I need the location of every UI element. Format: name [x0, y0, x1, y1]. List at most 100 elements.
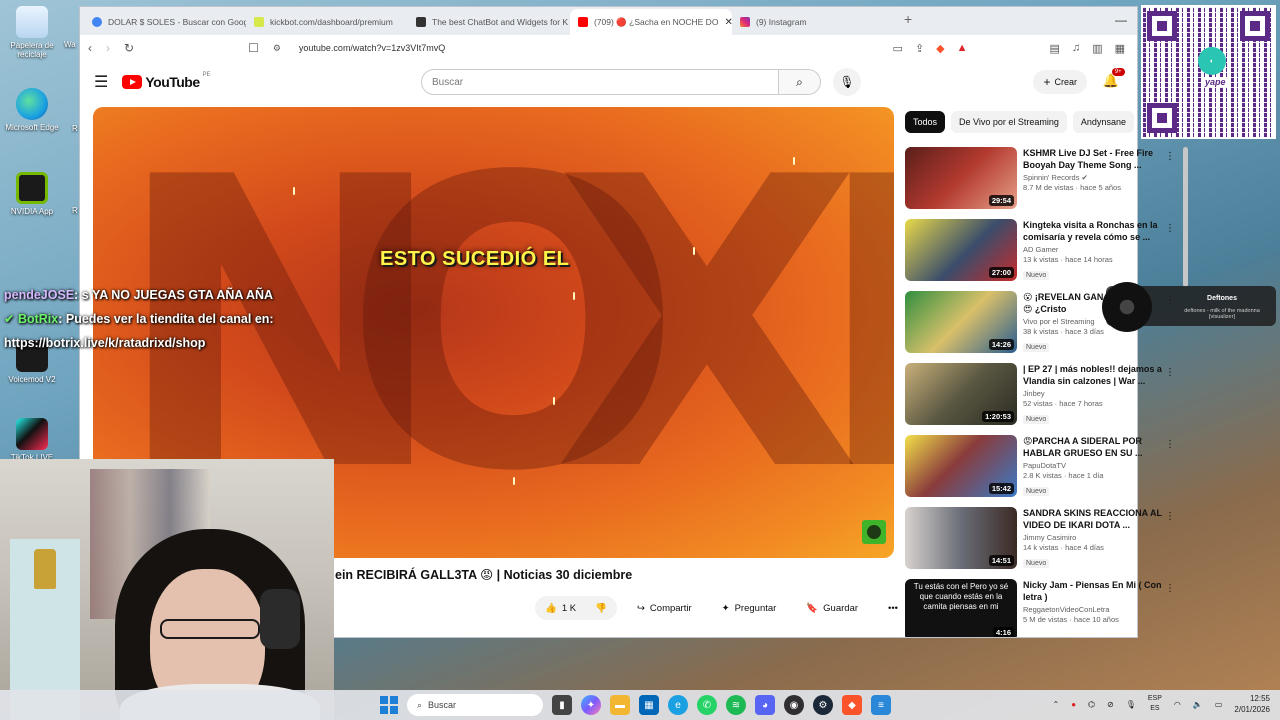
tray-app-icon[interactable]: ●: [1071, 700, 1076, 709]
qr-finder: [1240, 11, 1270, 41]
channel-watermark-icon[interactable]: [862, 520, 886, 544]
back-icon[interactable]: ‹: [88, 41, 92, 55]
site-info-icon[interactable]: ⚙: [273, 43, 281, 54]
folder-icon[interactable]: ▬: [610, 695, 630, 715]
rec-channel[interactable]: ReggaetonVideoConLetra: [1023, 605, 1163, 614]
youtube-logo[interactable]: YouTube PE: [122, 72, 211, 90]
more-vert-icon[interactable]: ⋮: [1165, 439, 1175, 450]
chip-todos[interactable]: Todos: [905, 111, 946, 133]
brave-icon[interactable]: ◆: [842, 695, 862, 715]
duration-badge: 27:00: [988, 267, 1014, 278]
share-icon[interactable]: ⇪: [915, 42, 924, 55]
video-thumbnail[interactable]: 1:20:53: [905, 363, 1017, 425]
more-vert-icon[interactable]: ⋮: [1165, 223, 1175, 234]
video-thumbnail[interactable]: 29:54: [905, 147, 1017, 209]
brave-shields-icon[interactable]: ◆: [936, 42, 944, 55]
spotify-icon[interactable]: ≋: [726, 695, 746, 715]
rec-channel[interactable]: PapuDotaTV: [1023, 461, 1163, 470]
chat-username: pendeJOSE: [4, 288, 75, 302]
notepad-icon[interactable]: ≡: [871, 695, 891, 715]
file-explorer-icon[interactable]: ▮: [552, 695, 572, 715]
steam-icon[interactable]: ⚙: [813, 695, 833, 715]
wifi-icon[interactable]: ◠: [1174, 700, 1181, 709]
obs-icon[interactable]: ◉: [784, 695, 804, 715]
network-icon[interactable]: ⌬: [1088, 700, 1095, 709]
split-view-icon[interactable]: ▥: [1092, 42, 1102, 55]
microphone-tray-icon[interactable]: 🎙: [1126, 700, 1136, 709]
language-indicator[interactable]: ESP ES: [1148, 694, 1162, 714]
video-thumbnail[interactable]: 14:26: [905, 291, 1017, 353]
recommendation-item[interactable]: 29:54 KSHMR Live DJ Set - Free Fire Booy…: [905, 147, 1183, 219]
bookmark-icon[interactable]: ☐: [248, 41, 259, 55]
windows-start-icon[interactable]: [380, 696, 398, 714]
tab-youtube[interactable]: (709) 🔴 ¿Sacha en NOCHE DO ✕: [570, 9, 732, 35]
reload-icon[interactable]: ↻: [124, 41, 134, 55]
recommendation-item[interactable]: 15:42 😡PARCHA A SIDERAL POR HABLAR GRUES…: [905, 435, 1183, 507]
volume-icon[interactable]: 🔈: [1193, 700, 1203, 709]
chat-text: : s YA NO JUEGAS GTA AÑA AÑA: [74, 288, 274, 302]
rec-channel[interactable]: Jinbey: [1023, 389, 1163, 398]
more-actions-button[interactable]: •••: [878, 596, 908, 620]
tab-kickbot[interactable]: kickbot.com/dashboard/premium: [246, 9, 408, 35]
share-button[interactable]: ↪ Compartir: [627, 596, 702, 620]
more-vert-icon[interactable]: ⋮: [1165, 151, 1175, 162]
desktop-icon-recycle-bin[interactable]: Papelera de reciclaje: [4, 6, 60, 59]
thumbs-down-icon[interactable]: 👎: [595, 603, 607, 614]
ask-button[interactable]: ✦ Preguntar: [712, 596, 787, 620]
search-input[interactable]: Buscar: [421, 69, 779, 95]
tab-botrix[interactable]: The best ChatBot and Widgets for K: [408, 9, 570, 35]
discord-icon[interactable]: ◕: [755, 695, 775, 715]
create-button[interactable]: + Crear: [1033, 70, 1087, 94]
desktop-icon-nvidia[interactable]: NVIDIA App: [4, 172, 60, 216]
url-field[interactable]: youtube.com/watch?v=1zv3VIt7mvQ: [299, 43, 445, 53]
save-button[interactable]: 🔖 Guardar: [796, 596, 868, 620]
whatsapp-icon[interactable]: ✆: [697, 695, 717, 715]
taskbar-search[interactable]: ⌕ Buscar: [407, 694, 543, 716]
more-vert-icon[interactable]: ⋮: [1165, 367, 1175, 378]
copilot-icon[interactable]: ✦: [581, 695, 601, 715]
minimize-button[interactable]: —: [1115, 13, 1127, 27]
chip-vivo-streaming[interactable]: De Vivo por el Streaming: [951, 111, 1067, 133]
video-thumbnail[interactable]: 14:51: [905, 507, 1017, 569]
mute-icon[interactable]: ⊘: [1107, 700, 1114, 709]
new-badge: Nuevo: [1023, 343, 1050, 352]
close-tab-icon[interactable]: ✕: [724, 17, 732, 28]
battery-icon[interactable]: ▭: [1215, 700, 1223, 709]
recommendation-item[interactable]: 1:20:53 | EP 27 | más nobles!! dejamos a…: [905, 363, 1183, 435]
chip-andynsane[interactable]: Andynsane: [1072, 111, 1134, 133]
recommendation-item[interactable]: 14:51 SANDRA SKINS REACCIONA AL VIDEO DE…: [905, 507, 1183, 579]
media-icon[interactable]: ♫: [1072, 42, 1080, 55]
more-vert-icon[interactable]: ⋮: [1165, 511, 1175, 522]
rec-channel[interactable]: Jimmy Casimiro: [1023, 533, 1163, 542]
new-tab-button[interactable]: +: [894, 11, 922, 32]
rec-channel[interactable]: Spinnin' Records ✔: [1023, 173, 1163, 182]
tab-instagram[interactable]: (9) Instagram: [732, 9, 894, 35]
video-thumbnail[interactable]: Tu estás con el Pero yo sé que cuando es…: [905, 579, 1017, 637]
tab-google[interactable]: DOLAR $ SOLES - Buscar con Google: [84, 9, 246, 35]
sidebar-toggle-icon[interactable]: ▤: [1050, 42, 1060, 55]
new-badge: Nuevo: [1023, 559, 1050, 568]
like-button[interactable]: 👍 1 K 👎: [535, 596, 617, 620]
store-icon[interactable]: ▦: [639, 695, 659, 715]
tray-overflow-icon[interactable]: ⌃: [1052, 700, 1059, 709]
edge-taskbar-icon[interactable]: e: [668, 695, 688, 715]
cast-icon[interactable]: ▭: [893, 42, 903, 55]
video-thumbnail[interactable]: 27:00: [905, 219, 1017, 281]
video-thumbnail[interactable]: 15:42: [905, 435, 1017, 497]
more-vert-icon[interactable]: ⋮: [1165, 583, 1175, 594]
voice-search-button[interactable]: 🎙: [833, 68, 861, 96]
forward-icon[interactable]: ›: [106, 41, 110, 55]
sidebar-scrollbar[interactable]: [1183, 147, 1188, 287]
notifications-button[interactable]: 🔔 9+: [1103, 68, 1125, 89]
brave-rewards-icon[interactable]: ▲: [957, 42, 968, 55]
rec-channel[interactable]: AD Gamer: [1023, 245, 1163, 254]
menu-icon[interactable]: ☰: [94, 72, 108, 92]
wallet-icon[interactable]: ▦: [1115, 42, 1125, 55]
search-button[interactable]: ⌕: [779, 69, 821, 95]
recommendation-item[interactable]: 27:00 Kingteka visita a Ronchas en la co…: [905, 219, 1183, 291]
recommendation-item[interactable]: Tu estás con el Pero yo sé que cuando es…: [905, 579, 1183, 637]
clock[interactable]: 12:55 2/01/2026: [1234, 693, 1270, 715]
desktop-icon-tiktok[interactable]: TikTok LIVE: [4, 418, 60, 462]
desktop-icon-edge[interactable]: Microsoft Edge: [4, 88, 60, 132]
video-title: ein RECIBIRÁ GALL3TA 😡 | Noticias 30 dic…: [335, 568, 633, 582]
